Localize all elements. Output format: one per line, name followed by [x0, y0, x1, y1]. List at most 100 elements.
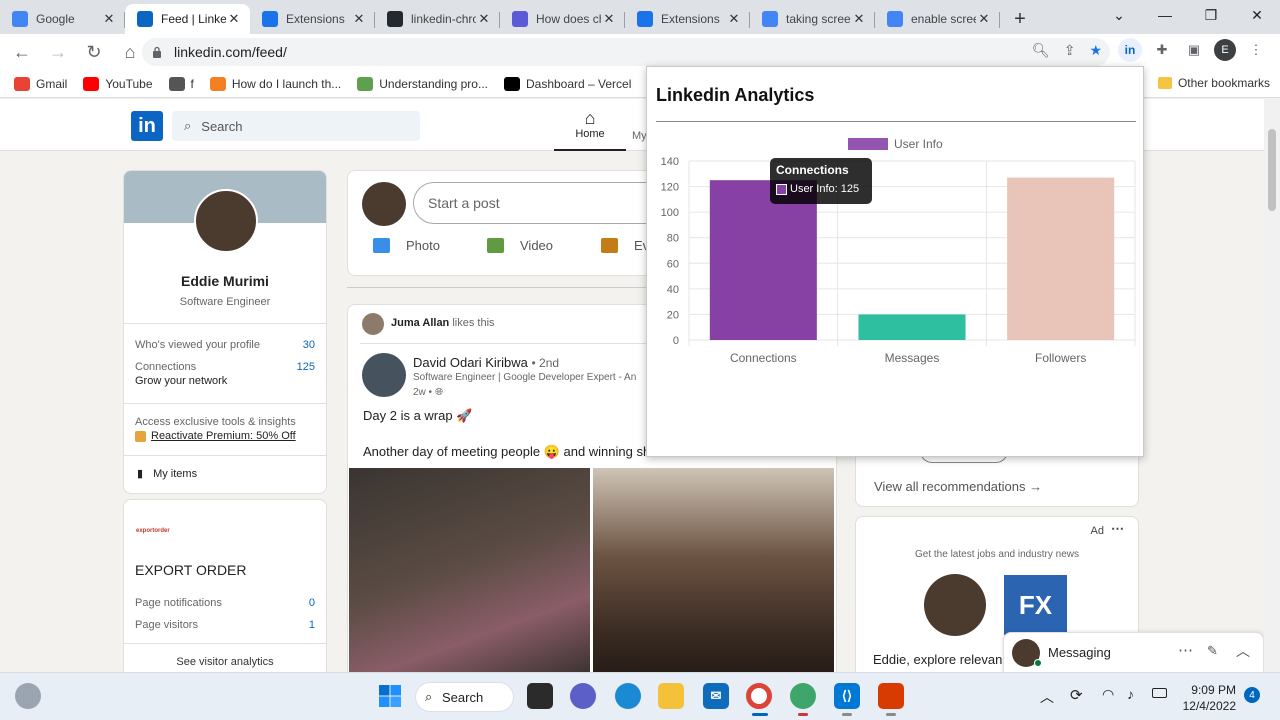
- snipping-tool-icon[interactable]: [878, 683, 904, 709]
- photo-button[interactable]: Photo: [373, 238, 440, 253]
- chevron-up-icon[interactable]: ︿: [1040, 687, 1054, 707]
- chat-icon[interactable]: [570, 683, 596, 709]
- task-view-icon[interactable]: [527, 683, 553, 709]
- back-icon[interactable]: ←: [6, 36, 38, 68]
- linkedin-search-input[interactable]: ⌕ Search: [172, 111, 420, 141]
- chevron-up-icon[interactable]: ︿: [1236, 641, 1250, 661]
- view-all-recommendations-link[interactable]: View all recommendations →: [874, 479, 1042, 494]
- close-tab-icon[interactable]: ✕: [976, 11, 992, 27]
- battery-icon[interactable]: [1152, 688, 1167, 698]
- bookmark-item[interactable]: f: [168, 76, 194, 91]
- messaging-more-icon[interactable]: ⋯: [1178, 641, 1193, 659]
- close-tab-icon[interactable]: ✕: [101, 11, 117, 27]
- close-window-button[interactable]: ✕: [1234, 0, 1280, 30]
- edge-icon[interactable]: [615, 683, 641, 709]
- nav-home[interactable]: ⌂ Home: [554, 107, 626, 151]
- page-scrollbar[interactable]: [1264, 99, 1280, 672]
- taskbar-search[interactable]: ⌕ Search: [415, 682, 514, 712]
- bookmark-item[interactable]: Gmail: [14, 76, 67, 91]
- app-indicator: [842, 713, 852, 716]
- notification-badge[interactable]: 4: [1244, 687, 1260, 703]
- scrollbar-thumb[interactable]: [1268, 129, 1276, 211]
- bookmark-item[interactable]: How do I launch th...: [209, 76, 341, 91]
- forward-icon[interactable]: →: [42, 36, 74, 68]
- profile-name[interactable]: Eddie Murimi: [124, 273, 326, 289]
- address-bar[interactable]: linkedin.com/feed/ 🔍︎ ⇪ ★: [142, 38, 1110, 66]
- page-notifications-row[interactable]: Page notifications 0: [124, 597, 326, 609]
- close-tab-icon[interactable]: ✕: [601, 11, 617, 27]
- sync-icon[interactable]: ⟳: [1070, 686, 1083, 704]
- my-items[interactable]: ▮ My items: [137, 467, 197, 481]
- profile-avatar-photo[interactable]: [194, 189, 258, 253]
- premium-link[interactable]: Reactivate Premium: 50% Off: [135, 430, 296, 442]
- tab-search-icon[interactable]: ⌄: [1096, 0, 1142, 30]
- more-options-icon[interactable]: ⋯: [1111, 521, 1124, 537]
- liker-name[interactable]: Juma Allan: [391, 317, 449, 329]
- analytics-bar-chart[interactable]: User Info 0 20 40 60 80 100 120 140 Connections Me…: [647, 127, 1145, 447]
- composer-avatar[interactable]: [362, 182, 406, 226]
- extensions-puzzle-icon[interactable]: ✚: [1150, 38, 1174, 62]
- stat-profile-views[interactable]: Who's viewed your profile 30: [124, 339, 326, 351]
- close-tab-icon[interactable]: ✕: [726, 11, 742, 27]
- reload-icon[interactable]: ↻: [78, 36, 110, 68]
- stat-connections[interactable]: Connections 125: [124, 361, 326, 373]
- browser-tab[interactable]: taking screenshot✕: [750, 4, 875, 34]
- company-logo[interactable]: exportorder: [136, 528, 170, 534]
- browser-tab[interactable]: Extensions ✕: [625, 4, 750, 34]
- side-panel-icon[interactable]: ▣: [1182, 38, 1206, 62]
- linkedin-logo[interactable]: in: [131, 111, 163, 141]
- browser-tab[interactable]: linkedin-chrome-ext✕: [375, 4, 500, 34]
- bookmark-item[interactable]: YouTube: [83, 76, 153, 91]
- social-context: Juma Allan likes this: [391, 317, 495, 329]
- browser-tab[interactable]: Feed | LinkedIn✕: [125, 4, 250, 34]
- event-icon: [601, 238, 618, 253]
- restore-button[interactable]: ❐: [1188, 0, 1234, 30]
- file-explorer-icon[interactable]: [658, 683, 684, 709]
- bookmark-label: Understanding pro...: [379, 76, 488, 91]
- zoom-icon[interactable]: 🔍︎: [1032, 42, 1050, 59]
- y-tick-label: 140: [661, 156, 679, 168]
- vscode-icon[interactable]: ⟨⟩: [834, 683, 860, 709]
- see-visitor-analytics-link[interactable]: See visitor analytics: [124, 656, 326, 668]
- chart-bar: [858, 314, 966, 340]
- author-avatar[interactable]: [362, 353, 406, 397]
- new-tab-button[interactable]: +: [1000, 4, 1040, 34]
- widgets-icon[interactable]: [15, 683, 41, 709]
- browser-tab[interactable]: Extensions ✕: [250, 4, 375, 34]
- close-tab-icon[interactable]: ✕: [351, 11, 367, 27]
- share-icon[interactable]: ⇪: [1064, 42, 1076, 59]
- post-photo-right[interactable]: [593, 468, 834, 672]
- wifi-icon[interactable]: ◠: [1102, 686, 1114, 703]
- liker-avatar[interactable]: [362, 313, 384, 335]
- minimize-button[interactable]: —: [1142, 0, 1188, 30]
- app-icon[interactable]: [790, 683, 816, 709]
- profile-avatar[interactable]: E: [1214, 39, 1236, 61]
- mail-icon[interactable]: ✉: [703, 683, 729, 709]
- page-visitors-row[interactable]: Page visitors 1: [124, 619, 326, 631]
- close-tab-icon[interactable]: ✕: [476, 11, 492, 27]
- browser-tab[interactable]: Google ✕: [0, 4, 125, 34]
- video-button[interactable]: Video: [487, 238, 553, 253]
- compose-message-icon[interactable]: ✎: [1207, 643, 1218, 659]
- bookmark-item[interactable]: Dashboard – Vercel: [503, 76, 631, 91]
- company-title[interactable]: EXPORT ORDER: [135, 562, 247, 578]
- post-photo-left[interactable]: [349, 468, 590, 672]
- nav-my-network-label[interactable]: My: [632, 130, 647, 142]
- menu-kebab-icon[interactable]: ⋮: [1244, 38, 1268, 62]
- messaging-bar[interactable]: Messaging ⋯ ✎ ︿: [1003, 632, 1264, 672]
- bookmark-star-icon[interactable]: ★: [1089, 42, 1102, 59]
- other-bookmarks[interactable]: Other bookmarks: [1157, 76, 1270, 90]
- chrome-icon[interactable]: [746, 683, 772, 709]
- clock[interactable]: 9:09 PM 12/4/2022: [1180, 682, 1236, 714]
- chart-bar: [1007, 177, 1115, 340]
- volume-icon[interactable]: ♪: [1127, 686, 1134, 702]
- windows-start-icon[interactable]: [377, 683, 403, 709]
- author-name[interactable]: David Odari Kiribwa: [413, 355, 528, 370]
- photo-icon: [373, 238, 390, 253]
- linkedin-extension-icon[interactable]: in: [1118, 38, 1142, 62]
- close-tab-icon[interactable]: ✕: [226, 11, 242, 27]
- browser-tab[interactable]: enable screenshot✕: [875, 4, 1000, 34]
- browser-tab[interactable]: How does chrome...✕: [500, 4, 625, 34]
- bookmark-item[interactable]: Understanding pro...: [357, 76, 488, 91]
- close-tab-icon[interactable]: ✕: [851, 11, 867, 27]
